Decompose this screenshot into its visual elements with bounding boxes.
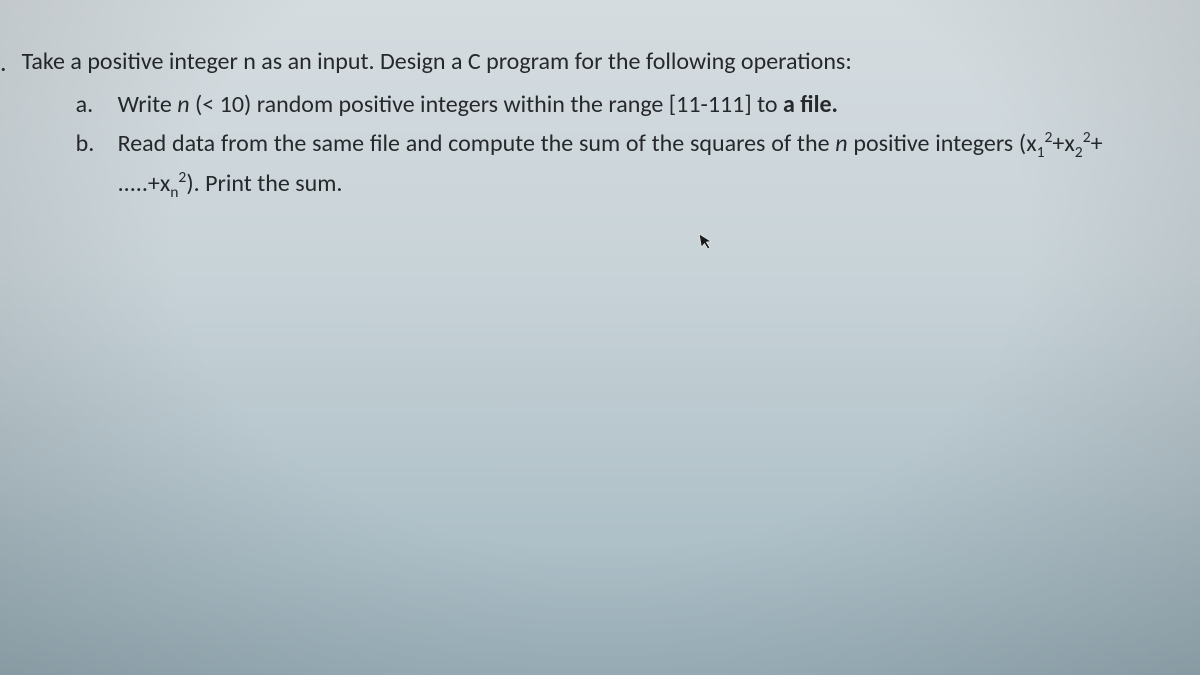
question-row: . Take a positive integer n as an input.… bbox=[0, 44, 1180, 207]
question-body: Take a positive integer n as an input. D… bbox=[22, 44, 1180, 207]
sub-item-b: b. Read data from the same file and comp… bbox=[76, 125, 1180, 205]
bold-text: a file. bbox=[783, 90, 838, 119]
sub-label-b: b. bbox=[76, 125, 104, 162]
subscript: 2 bbox=[1075, 143, 1083, 162]
text: Read data from the same file and compute… bbox=[118, 129, 836, 158]
question-content: . Take a positive integer n as an input.… bbox=[0, 0, 1200, 227]
text: integers (x bbox=[935, 129, 1036, 158]
sub-item-a: a. Write n (< 10) random positive intege… bbox=[76, 86, 1180, 123]
mouse-cursor-icon bbox=[698, 231, 716, 256]
question-main-text: Take a positive integer n as an input. D… bbox=[22, 44, 1180, 80]
text: (< 10) random positive integers within t… bbox=[190, 90, 783, 119]
superscript: 2 bbox=[1083, 128, 1091, 147]
sub-text-a: Write n (< 10) random positive integers … bbox=[118, 86, 838, 123]
var-n: n bbox=[835, 129, 847, 158]
question-bullet: . bbox=[0, 46, 8, 78]
sub-text-b: Read data from the same file and compute… bbox=[118, 125, 1103, 205]
text: ). Print the sum. bbox=[186, 169, 342, 198]
sub-label-a: a. bbox=[76, 86, 104, 123]
var-n: n bbox=[177, 90, 189, 119]
text: positive bbox=[848, 129, 930, 158]
subscript: 1 bbox=[1037, 143, 1045, 162]
text: Write bbox=[118, 90, 178, 119]
sub-list: a. Write n (< 10) random positive intege… bbox=[22, 86, 1180, 205]
text: +x bbox=[1052, 129, 1074, 158]
